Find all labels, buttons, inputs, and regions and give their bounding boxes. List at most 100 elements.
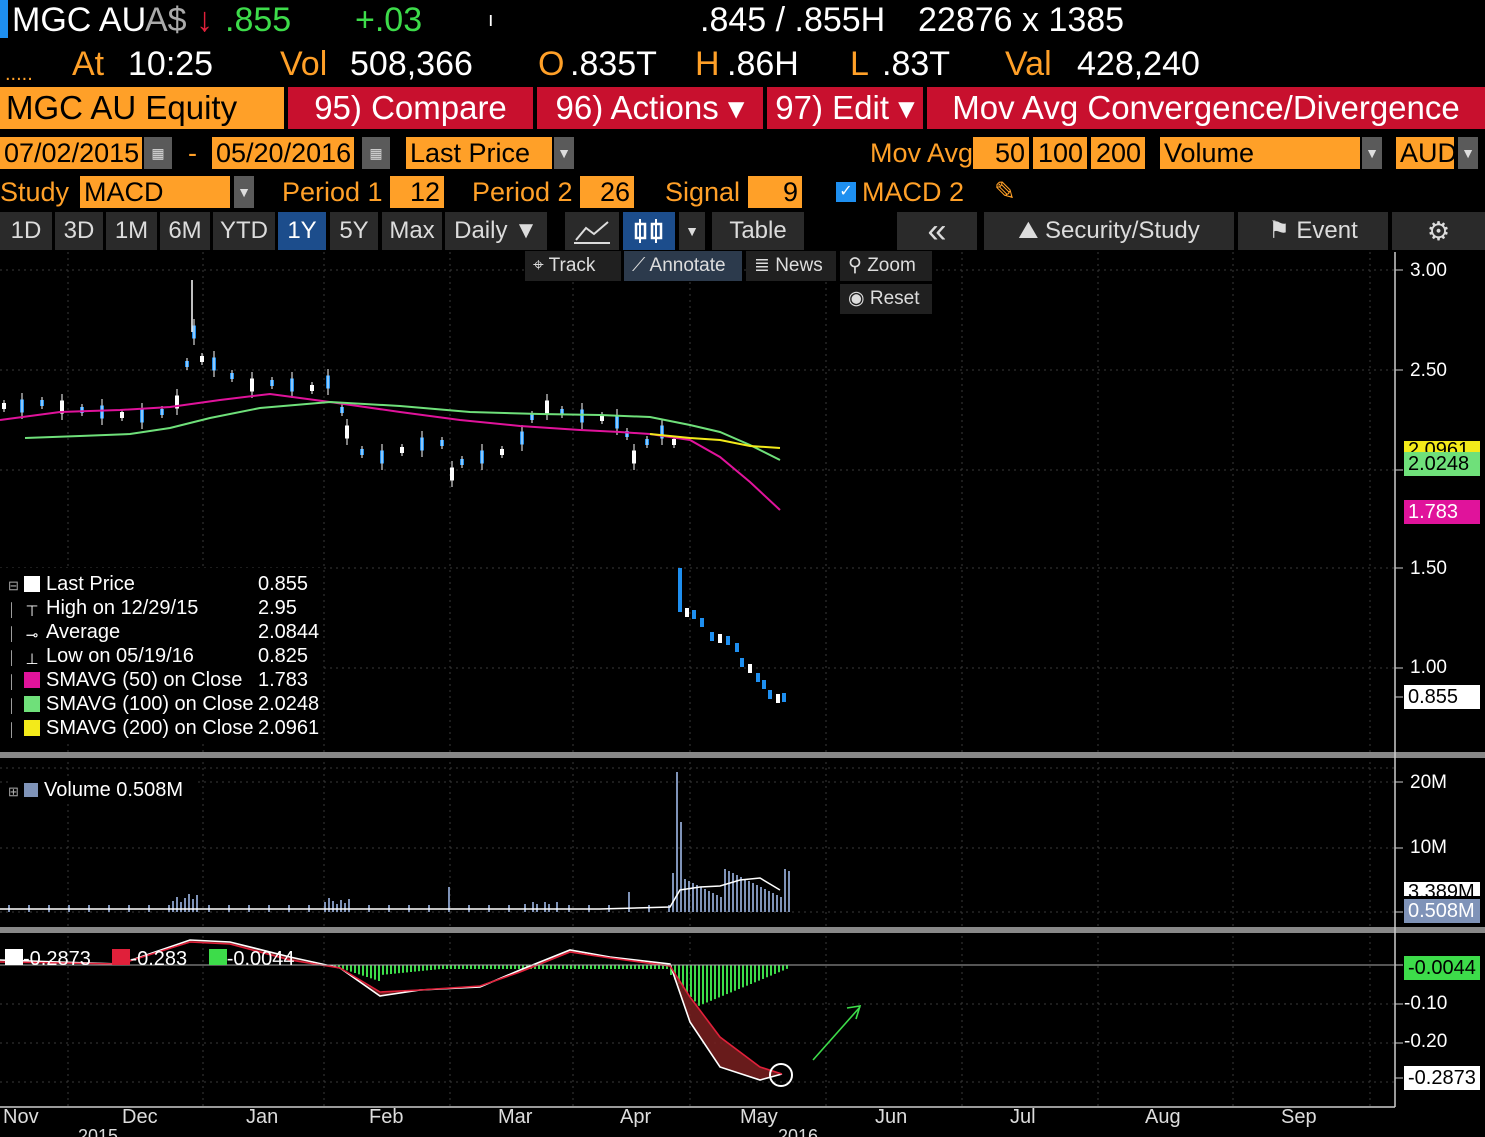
legend-row: │ ⊸ Average 2.0844: [8, 621, 320, 644]
year-label: 2016: [778, 1128, 818, 1137]
edit-menu[interactable]: 97) Edit ▾: [767, 87, 923, 129]
histogram-bar: [494, 965, 496, 969]
signal-swatch: [112, 949, 131, 965]
period2-field[interactable]: 26: [580, 176, 634, 208]
histogram-bar: [606, 965, 608, 969]
histogram-bar: [354, 965, 356, 973]
volume-average-line: [0, 877, 781, 910]
volume-bar: [336, 904, 338, 912]
histogram-bar: [478, 965, 480, 969]
legend-value: 0.855: [258, 573, 309, 595]
ma2-field[interactable]: 100: [1033, 137, 1087, 169]
volume-bar: [680, 822, 682, 912]
calendar-icon[interactable]: ▦: [362, 137, 390, 169]
annotate-button[interactable]: ⟋ Annotate: [624, 251, 742, 281]
price-field-select[interactable]: Last Price: [406, 137, 552, 169]
track-button[interactable]: ⌖ Track: [525, 251, 621, 281]
volume-bar: [772, 893, 774, 912]
zoom-button[interactable]: ⚲ Zoom: [840, 251, 932, 281]
histogram-value: -0.0044: [226, 948, 295, 970]
flag-icon: ⚑: [1268, 217, 1297, 244]
legend-swatch: ⊤: [25, 603, 39, 620]
range-tab-5y[interactable]: 5Y: [330, 212, 378, 250]
chevron-down-icon[interactable]: ▼: [679, 212, 705, 250]
compare-button[interactable]: 95) Compare: [288, 87, 533, 129]
currency: A$: [145, 1, 187, 39]
legend-label: Low on 05/19/16: [46, 645, 194, 667]
gear-icon[interactable]: ⚙: [1392, 212, 1485, 250]
ma3-field[interactable]: 200: [1091, 137, 1145, 169]
ma1-field[interactable]: 50: [973, 137, 1029, 169]
actions-menu[interactable]: 96) Actions ▾: [537, 87, 763, 129]
chevron-down-icon[interactable]: ▼: [1458, 137, 1478, 169]
month-label: Nov: [3, 1106, 39, 1128]
histogram-bar: [626, 965, 628, 969]
histogram-bar: [538, 965, 540, 969]
range-tab-1d[interactable]: 1D: [0, 212, 52, 250]
histogram-bar: [610, 965, 612, 969]
signal-value: -0.283: [130, 948, 188, 970]
ma200-line: [649, 433, 781, 449]
histogram-bar: [342, 965, 344, 969]
candle: [678, 568, 682, 612]
range-tab-max[interactable]: Max: [382, 212, 442, 250]
histogram-bar: [630, 965, 632, 969]
calendar-icon[interactable]: ▦: [144, 137, 172, 169]
table-button[interactable]: Table: [712, 212, 804, 250]
histogram-swatch: [208, 949, 227, 965]
pencil-icon[interactable]: ✎: [994, 176, 1016, 207]
period1-field[interactable]: 12: [390, 176, 444, 208]
histogram-bar: [714, 965, 716, 1000]
histogram-bar: [758, 965, 760, 981]
lower-field-select[interactable]: Volume: [1160, 137, 1360, 169]
volume-legend: ⊞ Volume 0.508M: [8, 778, 198, 804]
macd2-checkbox[interactable]: ✓: [836, 182, 856, 202]
range-tab-6m[interactable]: 6M: [160, 212, 210, 250]
range-tab-1y[interactable]: 1Y: [278, 212, 326, 250]
news-button[interactable]: ≣ News: [746, 251, 836, 281]
ma100-tag: 2.0248: [1404, 452, 1480, 476]
val-label: Val: [1005, 45, 1052, 83]
histogram-bar: [458, 965, 460, 969]
legend-label: High on 12/29/15: [46, 597, 199, 619]
volume-bar: [756, 885, 758, 912]
histogram-bar: [742, 965, 744, 988]
volume-bar: [780, 897, 782, 912]
study-select[interactable]: MACD: [80, 176, 230, 208]
macd-tick: -0.10: [1404, 993, 1448, 1014]
histogram-bar: [702, 965, 704, 1005]
histogram-bar: [418, 965, 420, 972]
histogram-bar: [770, 965, 772, 976]
range-tab-1m[interactable]: 1M: [106, 212, 157, 250]
end-date-field[interactable]: 05/20/2016: [212, 137, 354, 169]
start-date-field[interactable]: 07/02/2015: [0, 137, 142, 169]
reset-button[interactable]: ◉ Reset: [840, 284, 932, 314]
event-button[interactable]: ⚑ Event: [1238, 212, 1388, 250]
candle: [710, 632, 714, 641]
histogram-bar: [658, 965, 660, 969]
chevron-down-icon[interactable]: ▼: [1362, 137, 1382, 169]
range-tab-ytd[interactable]: YTD: [213, 212, 275, 250]
candle-chart-icon[interactable]: [623, 212, 675, 250]
currency-select[interactable]: AUD: [1396, 137, 1457, 169]
line-chart-icon[interactable]: [565, 212, 619, 250]
volume-bar: [712, 893, 714, 912]
trend-arrow-annotation: [769, 1005, 862, 1087]
chevron-down-icon[interactable]: ▼: [234, 176, 254, 208]
histogram-bar: [502, 965, 504, 969]
low-value: .83T: [882, 45, 951, 83]
collapse-icon[interactable]: «: [897, 212, 977, 250]
frequency-select[interactable]: Daily ▼: [445, 212, 547, 250]
range-tab-3d[interactable]: 3D: [55, 212, 103, 250]
volume-bar: [328, 898, 330, 912]
volume-bar: [324, 902, 326, 912]
volume-bar: [628, 892, 630, 912]
histogram-bar: [650, 965, 652, 969]
histogram-bar: [710, 965, 712, 1001]
down-arrow-icon: ↓: [196, 1, 213, 39]
chevron-down-icon[interactable]: ▼: [554, 137, 574, 169]
legend-value: 2.0844: [258, 621, 320, 643]
security-field[interactable]: MGC AU Equity: [0, 87, 284, 129]
security-study-button[interactable]: ⛰ Security/Study: [984, 212, 1234, 250]
signal-field[interactable]: 9: [748, 176, 802, 208]
